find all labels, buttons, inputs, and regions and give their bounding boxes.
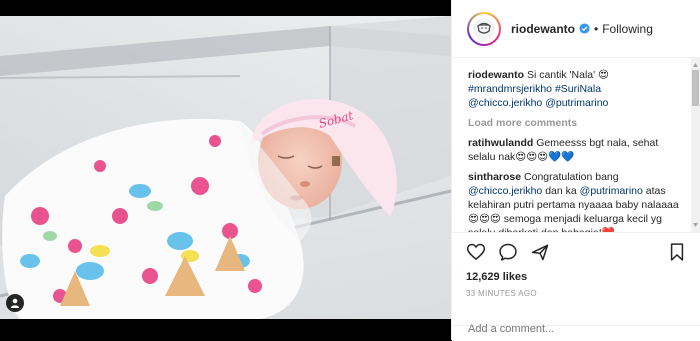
post-username[interactable]: riodewanto [511, 22, 575, 36]
scroll-up-arrow-icon[interactable] [692, 61, 699, 69]
action-row [466, 239, 687, 265]
photo-pane: Sobat [0, 0, 451, 340]
caption: riodewanto Si cantik 'Nala' 😍 #mrandmrsj… [468, 68, 682, 110]
add-comment-input[interactable] [468, 323, 668, 335]
like-heart-icon[interactable] [466, 242, 486, 262]
avatar-image [473, 17, 495, 40]
post-timestamp[interactable]: 33 MINUTES AGO [466, 289, 687, 298]
scrollbar-thumb[interactable] [692, 70, 699, 106]
verified-badge-icon [579, 23, 590, 34]
comment-icon[interactable] [498, 242, 518, 262]
comment-username[interactable]: ratihwulandd [468, 137, 533, 149]
post-header: riodewanto • Following [452, 0, 700, 58]
load-more-comments-button[interactable]: Load more comments [468, 116, 682, 130]
post-actions: 12,629 likes 33 MINUTES AGO [452, 232, 700, 298]
comment-mention[interactable]: @putrimarino [580, 185, 643, 197]
tagged-people-icon[interactable] [6, 294, 24, 312]
likes-count[interactable]: 12,629 likes [466, 271, 687, 283]
share-icon[interactable] [530, 242, 550, 262]
post-photo[interactable]: Sobat [0, 16, 451, 319]
bookmark-icon[interactable] [667, 242, 687, 262]
following-button[interactable]: Following [602, 22, 653, 36]
caption-mention-1[interactable]: @chicco.jerikho [468, 97, 542, 109]
comments-list[interactable]: riodewanto Si cantik 'Nala' 😍 #mrandmrsj… [452, 58, 692, 232]
add-comment-bar [452, 323, 700, 341]
comment-text: Congratulation bang [524, 171, 619, 183]
caption-mention-2[interactable]: @putrimarino [545, 97, 608, 109]
comment-mention[interactable]: @chicco.jerikho [468, 185, 542, 197]
caption-username[interactable]: riodewanto [468, 69, 524, 81]
comment-item: ratihwulandd Gemeesss bgt nala, sehat se… [468, 136, 682, 164]
scroll-down-arrow-icon[interactable] [692, 221, 699, 229]
comment-username[interactable]: sintharose [468, 171, 521, 183]
comment-text: dan ka [545, 185, 577, 197]
caption-text: Si cantik 'Nala' 😍 [526, 69, 610, 81]
comment-item: sintharose Congratulation bang @chicco.j… [468, 170, 682, 232]
post-side-panel: riodewanto • Following riodewanto Si can… [451, 0, 700, 341]
comments-scrollbar[interactable] [691, 58, 700, 232]
caption-hashtags[interactable]: #mrandmrsjerikho #SuriNala [468, 83, 601, 95]
avatar[interactable] [467, 11, 501, 46]
separator-dot: • [594, 21, 599, 36]
